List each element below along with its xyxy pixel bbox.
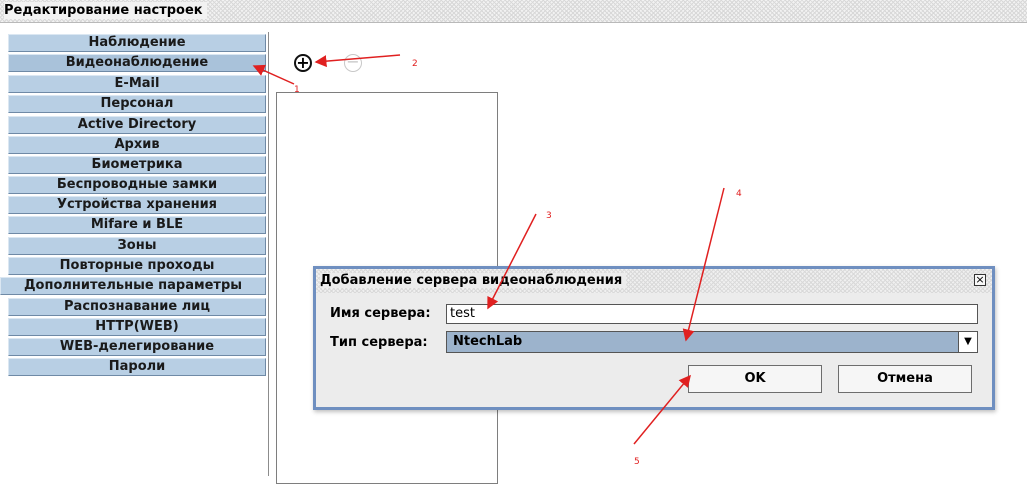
annotation-arrow-2: [314, 54, 401, 68]
annotation-overlay: 1 2 3 4 5: [252, 54, 742, 467]
annotation-arrow-5: [633, 374, 691, 445]
annotation-label-2: 2: [412, 59, 418, 69]
annotation-arrow-3: [487, 213, 537, 310]
annotation-label-3: 3: [546, 211, 552, 221]
annotation-label-4: 4: [736, 189, 742, 199]
annotation-label-5: 5: [634, 457, 640, 467]
annotation-arrow-1: [252, 64, 295, 85]
annotation-label-1: 1: [294, 85, 300, 95]
annotation-arrow-4: [682, 187, 725, 342]
